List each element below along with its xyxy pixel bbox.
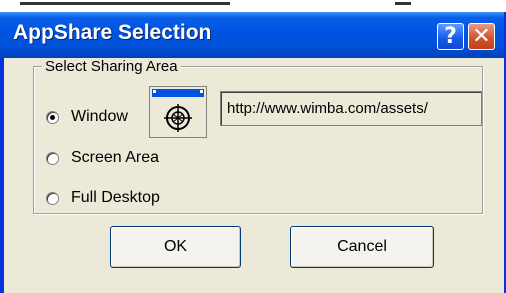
window-picker-button[interactable]	[149, 86, 207, 138]
close-icon: ✕	[472, 24, 491, 49]
radio-screen-area-button[interactable]	[46, 151, 59, 165]
window-frame-left	[0, 58, 4, 293]
cancel-button[interactable]: Cancel	[290, 226, 434, 268]
close-button[interactable]: ✕	[468, 23, 495, 50]
radio-screen-area[interactable]: Screen Area	[46, 147, 159, 169]
crosshair-target-icon	[152, 89, 204, 132]
dialog-title: AppShare Selection	[13, 21, 212, 44]
radio-full-desktop[interactable]: Full Desktop	[46, 187, 160, 209]
background-text-fragment	[20, 2, 230, 5]
radio-window-label[interactable]: Window	[71, 108, 128, 126]
help-button[interactable]: ?	[437, 23, 464, 50]
ok-button[interactable]: OK	[110, 226, 241, 268]
title-bar[interactable]: AppShare Selection ? ✕	[0, 12, 504, 58]
background-text-fragment	[395, 2, 411, 5]
groupbox-legend: Select Sharing Area	[42, 58, 181, 75]
url-field[interactable]: http://www.wimba.com/assets/	[220, 91, 482, 126]
background-window-strip	[0, 0, 506, 12]
radio-window-button[interactable]	[46, 110, 59, 124]
radio-full-desktop-button[interactable]	[46, 191, 59, 205]
radio-window[interactable]: Window	[46, 106, 128, 128]
help-icon: ?	[444, 24, 457, 49]
radio-screen-area-label[interactable]: Screen Area	[71, 149, 159, 167]
radio-full-desktop-label[interactable]: Full Desktop	[71, 189, 160, 207]
